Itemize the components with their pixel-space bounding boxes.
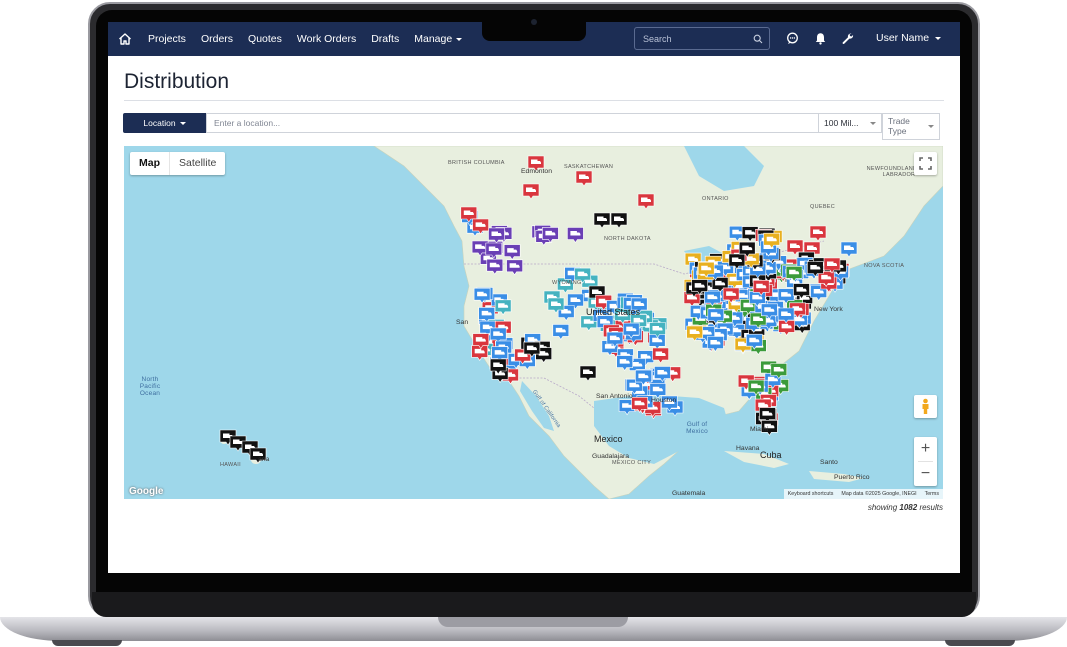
map-attribution: Keyboard shortcuts Map data ©2025 Google… [783,489,943,499]
chevron-down-icon [928,125,934,128]
map-label: MEXICO CITY [612,460,652,466]
map-label: BRITISH COLUMBIA [448,160,505,166]
keyboard-shortcuts-link[interactable]: Keyboard shortcuts [784,491,838,497]
location-input[interactable]: Enter a location... [206,113,819,133]
distance-value: 100 Mil... [824,118,859,128]
laptop-foot-left [52,640,122,646]
user-menu[interactable]: User Name [876,32,942,44]
caret-down-icon [935,36,942,40]
laptop-base-notch [438,617,628,627]
map-label: Guadalajara [592,453,630,460]
results-prefix: showing [867,503,898,512]
results-number: 1082 [899,503,918,512]
results-suffix: results [919,503,943,512]
map-data-attribution: Map data ©2025 Google, INEGI [841,491,917,497]
nav-projects[interactable]: Projects [148,33,186,45]
camera [531,19,537,25]
screen: Projects Orders Quotes Work Orders Draft… [108,22,960,573]
location-label: Location [143,118,176,128]
map-label: United States [586,307,641,317]
nav-manage-label: Manage [414,33,453,45]
laptop-frame: Projects Orders Quotes Work Orders Draft… [0,0,1067,647]
fullscreen-icon [919,157,932,170]
pegman-icon [922,398,929,414]
map-label: Gulf of Mexico [686,421,708,435]
map-label: NOVA SCOTIA [864,263,905,269]
fullscreen-button[interactable] [914,152,937,175]
nav-orders[interactable]: Orders [201,33,233,45]
distribution-map[interactable]: BRITISH COLUMBIA SASKATCHEWAN Edmonton O… [124,146,943,499]
caret-down-icon [456,37,463,41]
bell-icon[interactable] [814,32,827,45]
map-label: North Pacific Ocean [139,376,161,397]
map-label: New York [814,306,843,313]
map-label: Guatemala [672,490,706,497]
map-type-toggle: Map Satellite [130,152,226,175]
map-label: Mexico [594,434,623,444]
map-type-map-button[interactable]: Map [130,152,170,175]
map-label: QUEBEC [810,204,836,210]
location-placeholder: Enter a location... [214,118,281,128]
laptop-foot-right [945,640,1015,646]
map-label: Edmonton [521,168,552,175]
google-logo: Google [129,486,164,497]
search-input[interactable]: Search [634,27,770,50]
map-label: Puerto Rico [834,474,870,481]
map-label: Houston [651,397,677,404]
map-label: HAWAII [220,462,241,468]
chat-icon[interactable] [786,32,799,45]
map-label: San [456,319,469,326]
map-label: WYOMING [552,280,582,286]
map-label: ONTARIO [702,196,729,202]
map-label: ana [258,456,270,463]
caret-down-icon [179,122,186,126]
trade-type-placeholder: Trade Type [888,116,910,136]
location-dropdown-button[interactable]: Location [123,113,206,133]
zoom-in-button[interactable]: + [914,437,937,461]
map-label: Havana [736,445,760,452]
street-view-pegman-button[interactable] [914,395,937,418]
map-label: Miami [750,426,769,433]
distance-select[interactable]: 100 Mil... [819,113,882,133]
search-icon [753,34,763,44]
map-label: NORTH DAKOTA [604,236,651,242]
map-label: San Antonio [596,393,633,400]
map-label: SASKATCHEWAN [564,164,614,170]
search-placeholder: Search [643,34,672,44]
page-title: Distribution [124,70,230,93]
nav-drafts[interactable]: Drafts [371,33,399,45]
divider [124,100,944,101]
nav-quotes[interactable]: Quotes [248,33,282,45]
zoom-control: + − [914,437,937,486]
terms-link[interactable]: Terms [921,491,943,497]
user-name: User Name [876,32,930,44]
zoom-out-button[interactable]: − [914,462,937,486]
nav-manage-dropdown[interactable]: Manage [414,33,463,45]
map-label: Santo [820,459,838,466]
home-icon[interactable] [118,32,132,46]
map-canvas[interactable] [124,146,943,499]
map-label: Cuba [760,450,782,460]
results-count: showing 1082 results [868,503,943,512]
map-type-satellite-button[interactable]: Satellite [170,152,225,175]
chevron-down-icon [870,122,876,125]
wrench-icon[interactable] [841,32,854,45]
laptop-lower-bezel [92,592,976,617]
nav-work-orders[interactable]: Work Orders [297,33,356,45]
trade-type-select[interactable]: Trade Type [882,113,940,140]
